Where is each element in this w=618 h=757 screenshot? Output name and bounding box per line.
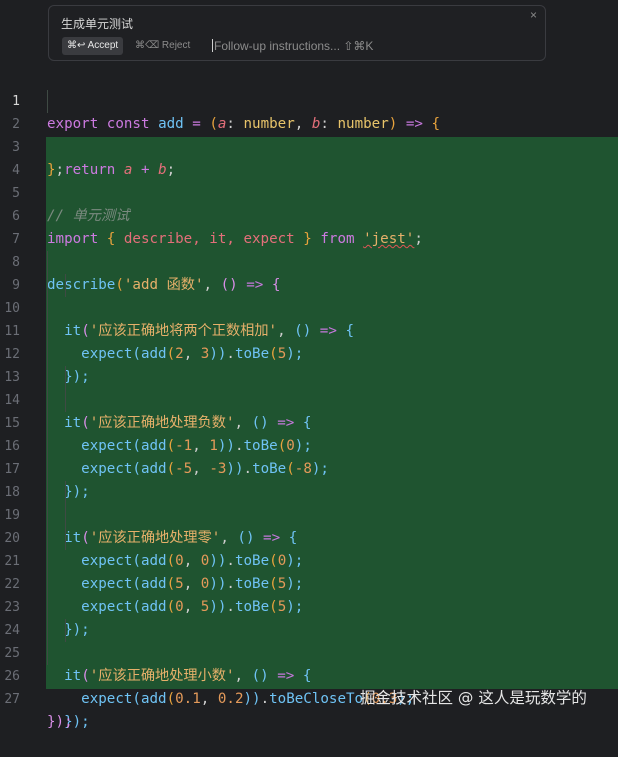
code-line-4[interactable]: 4	[0, 136, 618, 178]
indent-guide	[47, 527, 48, 550]
indent-guide	[65, 527, 66, 550]
code-line-10[interactable]: 10 expect(add(2, 3)).toBe(5);	[0, 274, 618, 362]
close-icon[interactable]: ×	[530, 8, 537, 22]
code-line-5[interactable]: 5 // 单元测试	[0, 159, 618, 224]
code-line-8[interactable]: 8 describe('add 函数', () => {	[0, 228, 618, 293]
code-line-24[interactable]: 24 it('应该正确地处理小数', () => {	[0, 596, 618, 684]
prompt-title: 生成单元测试	[61, 17, 134, 31]
indent-guide	[47, 573, 48, 596]
indent-guide	[47, 297, 48, 320]
indent-guide	[47, 274, 48, 297]
inline-prompt-widget: 生成单元测试 × ⌘↩ Accept ⌘⌫ Reject Follow-up i…	[48, 5, 546, 61]
indent-guide	[47, 458, 48, 481]
code-line-21[interactable]: 21 expect(add(0, 5)).toBe(5);	[0, 527, 618, 615]
code-line-2[interactable]: 2 return a + b;	[0, 90, 618, 178]
indent-guide	[47, 504, 48, 527]
indent-guide	[65, 481, 66, 504]
followup-placeholder: Follow-up instructions... ⇧⌘K	[214, 39, 374, 53]
code-editor[interactable]: 1 export const add = (a: number, b: numb…	[0, 67, 618, 730]
code-line-18[interactable]: 18 it('应该正确地处理零', () => {	[0, 458, 618, 546]
indent-guide	[47, 435, 48, 458]
indent-guide	[65, 619, 66, 642]
code-line-19[interactable]: 19 expect(add(0, 0)).toBe(0);	[0, 481, 618, 569]
text-caret	[212, 39, 213, 52]
reject-button[interactable]: ⌘⌫ Reject	[135, 37, 190, 55]
indent-guide	[47, 389, 48, 412]
code-line-16[interactable]: 16 });	[0, 412, 618, 500]
code-line-12[interactable]: 12	[0, 320, 618, 362]
indent-guide	[47, 90, 48, 113]
indent-guide	[47, 320, 48, 343]
indent-guide	[65, 274, 66, 297]
code-line-23[interactable]: 23	[0, 573, 618, 615]
code-line-6[interactable]: 6 import { describe, it, expect } from '…	[0, 182, 618, 247]
accept-button[interactable]: ⌘↩ Accept	[62, 37, 124, 55]
code-line-20[interactable]: 20 expect(add(5, 0)).toBe(5);	[0, 504, 618, 592]
code-line-26[interactable]: 26 });	[0, 642, 618, 730]
indent-guide	[47, 366, 48, 389]
indent-guide	[47, 596, 48, 619]
code-line-22[interactable]: 22 });	[0, 550, 618, 638]
code-line-1[interactable]: 1 export const add = (a: number, b: numb…	[0, 67, 618, 132]
indent-guide	[47, 251, 48, 274]
code-line-27[interactable]: 27 });	[0, 665, 618, 730]
indent-guide	[47, 642, 48, 665]
indent-guide	[65, 504, 66, 527]
watermark-text: 掘金技术社区 @ 这人是玩数学的	[360, 689, 587, 707]
indent-guide	[47, 481, 48, 504]
code-line-9[interactable]: 9 it('应该正确地将两个正数相加', () => {	[0, 251, 618, 339]
line-number: 27	[4, 692, 20, 707]
followup-input[interactable]: Follow-up instructions... ⇧⌘K	[212, 37, 512, 55]
code-line-13[interactable]: 13 it('应该正确地处理负数', () => {	[0, 343, 618, 431]
indent-guide	[47, 412, 48, 435]
indent-guide	[65, 389, 66, 412]
code-line-3[interactable]: 3 };	[0, 113, 618, 178]
indent-guide	[47, 550, 48, 573]
code-line-17[interactable]: 17	[0, 435, 618, 477]
code-line-11[interactable]: 11 });	[0, 297, 618, 385]
code-line-25[interactable]: 25 expect(add(0.1, 0.2)).toBeCloseTo(0.3…	[0, 619, 618, 707]
indent-guide	[47, 343, 48, 366]
indent-guide	[65, 366, 66, 389]
code-line-7[interactable]: 7	[0, 205, 618, 247]
code-line-15[interactable]: 15 expect(add(-5, -3)).toBe(-8);	[0, 389, 618, 477]
code-line-14[interactable]: 14 expect(add(-1, 1)).toBe(0);	[0, 366, 618, 454]
indent-guide	[47, 619, 48, 642]
